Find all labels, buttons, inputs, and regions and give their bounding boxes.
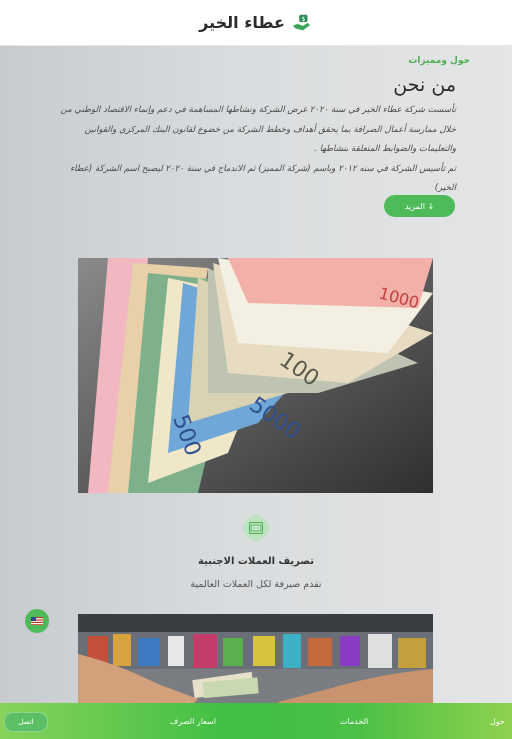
bottom-nav: حول الخدمات اسعار الصرف اتصل	[0, 703, 512, 739]
language-button[interactable]	[25, 609, 49, 633]
page-title: من نحن	[393, 74, 456, 96]
brand-name[interactable]: عطاء الخير	[199, 13, 285, 32]
contact-button[interactable]: اتصل	[4, 712, 48, 732]
more-button[interactable]: المزيد ↓	[384, 195, 455, 217]
shop-money-exchange-photo	[78, 614, 433, 709]
app-header: عطاء الخير $	[0, 0, 512, 46]
hand-money-icon[interactable]: $	[291, 12, 313, 34]
money-exchange-icon	[243, 515, 269, 541]
service-title: تصريف العملات الاجنبية	[197, 556, 315, 567]
about-paragraph-2: تم تأسيس الشركة في سنه ٢٠١٢ وباسم (شركة …	[70, 163, 456, 194]
section-tag: حول ومميزات	[408, 56, 470, 66]
currency-banknotes-photo: 100 5000 500 1000	[78, 258, 433, 493]
service-description: تقدم صيرفة لكل العملات العالمية	[190, 579, 322, 590]
us-flag-icon	[31, 617, 43, 625]
svg-text:$: $	[301, 15, 305, 23]
about-paragraph-1: تأسست شركة عطاء الخير في سنة ٢٠٢٠ غرض ال…	[60, 105, 456, 154]
about-text: تأسست شركة عطاء الخير في سنة ٢٠٢٠ غرض ال…	[48, 101, 456, 199]
nav-item-exchange-rates[interactable]: اسعار الصرف	[170, 703, 216, 739]
nav-item-about[interactable]: حول	[490, 703, 505, 739]
nav-item-services[interactable]: الخدمات	[340, 703, 368, 739]
